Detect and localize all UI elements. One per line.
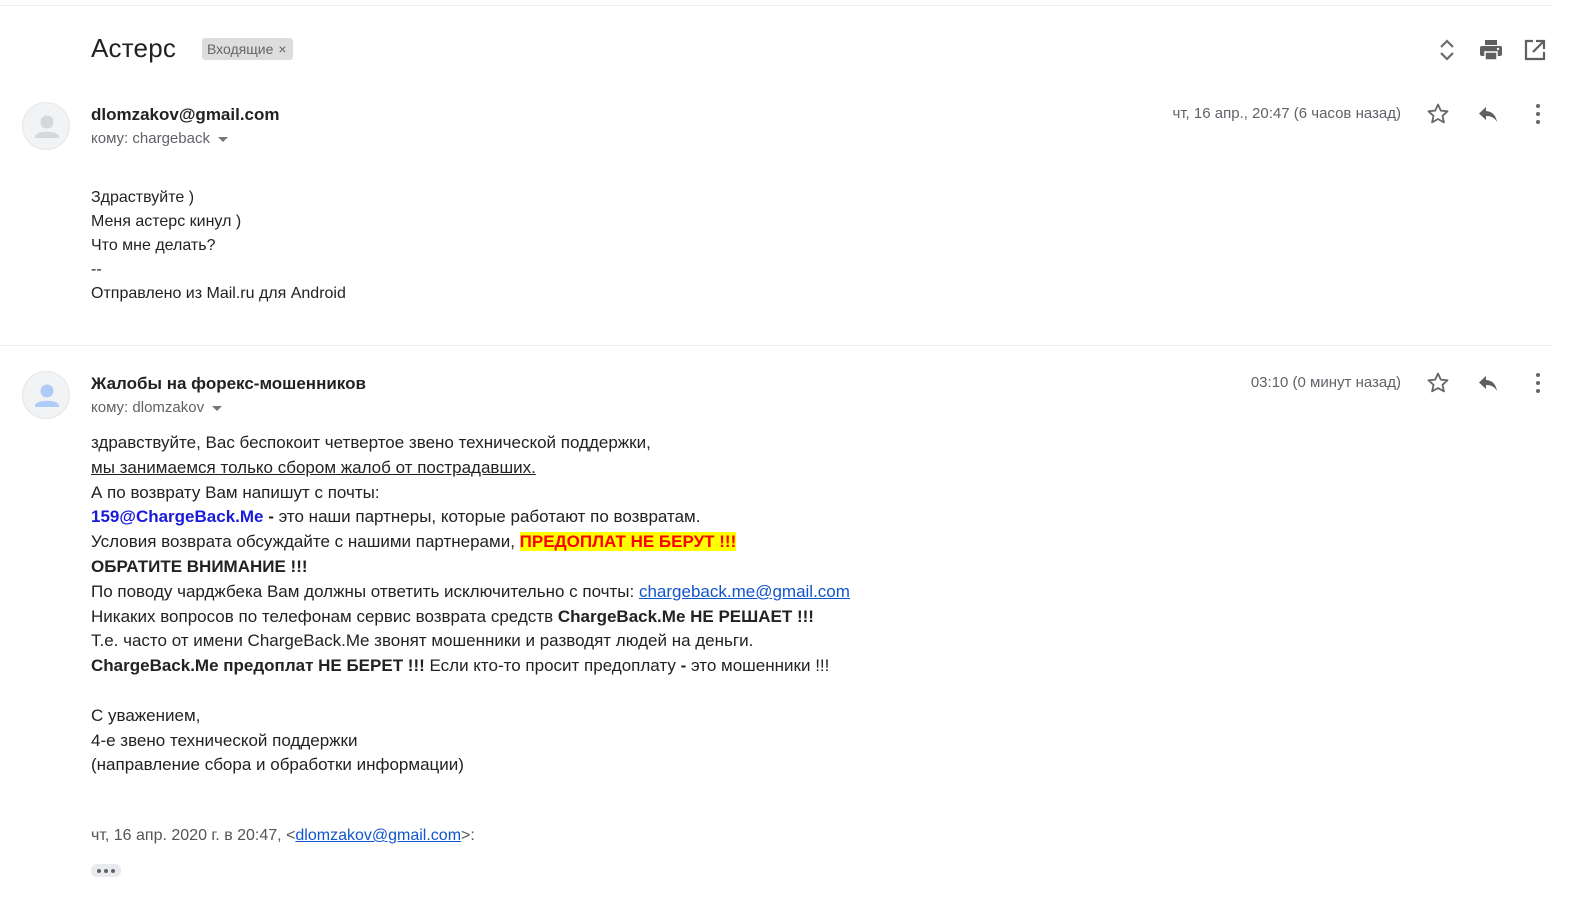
star-button[interactable] bbox=[1423, 368, 1453, 398]
label-chip-text: Входящие bbox=[207, 41, 274, 57]
body-line: Меня астерс кинул ) bbox=[91, 213, 242, 230]
message-sender[interactable]: Жалобы на форекс-мошенников bbox=[91, 374, 366, 394]
bold-text: ChargeBack.Me предоплат НЕ БЕРЕТ !!! bbox=[91, 656, 425, 676]
top-divider bbox=[0, 5, 1552, 6]
message-sender[interactable]: dlomzakov@gmail.com bbox=[91, 105, 280, 125]
body-text: Условия возврата обсуждайте с нашими пар… bbox=[91, 532, 520, 552]
reply-icon bbox=[1479, 107, 1497, 122]
body-line: Что мне делать? bbox=[91, 237, 216, 254]
quote-prefix: чт, 16 апр. 2020 г. в 20:47, < bbox=[91, 827, 296, 844]
body-line: мы занимаемся только сбором жалоб от пос… bbox=[91, 456, 850, 481]
reply-icon bbox=[1479, 376, 1497, 391]
open-in-new-icon bbox=[1524, 39, 1546, 61]
message-divider bbox=[0, 345, 1552, 346]
print-button[interactable] bbox=[1476, 35, 1506, 65]
star-icon bbox=[1427, 103, 1449, 124]
quoted-header: чт, 16 апр. 2020 г. в 20:47, <dlomzakov@… bbox=[91, 827, 475, 845]
body-text: По поводу чарджбека Вам должны ответить … bbox=[91, 581, 639, 601]
ellipsis-dot bbox=[111, 868, 115, 873]
recipient-text: кому: chargeback bbox=[91, 130, 210, 147]
expand-all-button[interactable] bbox=[1432, 35, 1462, 65]
body-text: Никаких вопросов по телефонам сервис воз… bbox=[91, 606, 558, 626]
message-body: Здраствуйте ) Меня астерс кинул ) Что мн… bbox=[91, 186, 346, 306]
signature-line: (направление сбора и обработки информаци… bbox=[91, 755, 464, 775]
reply-button[interactable] bbox=[1473, 368, 1503, 398]
body-line: А по возврату Вам напишут с почты: bbox=[91, 482, 380, 502]
body-line: Здраствуйте ) bbox=[91, 189, 195, 206]
label-remove-icon[interactable]: × bbox=[278, 41, 286, 57]
quote-email-link[interactable]: dlomzakov@gmail.com bbox=[295, 827, 461, 844]
recipient-text: кому: dlomzakov bbox=[91, 399, 205, 416]
chevron-down-icon[interactable] bbox=[217, 137, 228, 142]
body-line: Т.е. часто от имени ChargeBack.Me звонят… bbox=[91, 631, 754, 651]
attention-line: ОБРАТИТЕ ВНИМАНИЕ !!! bbox=[91, 556, 308, 576]
sender-avatar[interactable] bbox=[22, 102, 70, 150]
message-actions bbox=[1423, 368, 1573, 398]
body-line: Никаких вопросов по телефонам сервис воз… bbox=[91, 605, 850, 630]
message-recipient[interactable]: кому: chargeback bbox=[91, 130, 228, 147]
body-line: Условия возврата обсуждайте с нашими пар… bbox=[91, 530, 850, 555]
show-trimmed-content-button[interactable] bbox=[91, 864, 121, 877]
thread-subject: Астерс bbox=[91, 33, 177, 63]
chevron-down-icon[interactable] bbox=[212, 406, 223, 411]
bold-text: ChargeBack.Me НЕ РЕШАЕТ !!! bbox=[557, 606, 814, 626]
reply-button[interactable] bbox=[1473, 99, 1503, 129]
sender-avatar[interactable] bbox=[22, 371, 70, 419]
thread-toolbar bbox=[1432, 35, 1564, 65]
message-recipient[interactable]: кому: dlomzakov bbox=[91, 399, 223, 416]
partner-email: 159@ChargeBack.Me bbox=[91, 507, 264, 527]
body-line: По поводу чарджбека Вам должны ответить … bbox=[91, 580, 850, 605]
ellipsis-dot bbox=[97, 868, 101, 873]
more-vert-icon bbox=[1536, 104, 1540, 124]
open-new-window-button[interactable] bbox=[1520, 35, 1550, 65]
dash: - bbox=[263, 507, 279, 527]
signature-line: С уважением, bbox=[91, 705, 201, 725]
body-line: -- bbox=[91, 261, 102, 278]
person-icon bbox=[35, 115, 59, 138]
message-date: 03:10 (0 минут назад) bbox=[1250, 374, 1401, 391]
highlighted-warning: ПРЕДОПЛАТ НЕ БЕРУТ !!! bbox=[519, 532, 737, 552]
message-date: чт, 16 апр., 20:47 (6 часов назад) bbox=[1172, 105, 1401, 122]
body-line: Отправлено из Mail.ru для Android bbox=[91, 285, 346, 302]
body-text: Если кто-то просит предоплату bbox=[424, 656, 681, 676]
message-actions bbox=[1423, 99, 1573, 129]
ellipsis-dot bbox=[104, 868, 108, 873]
message-body: здравствуйте, Вас беспокоит четвертое зв… bbox=[91, 431, 850, 778]
underlined-text: мы занимаемся только сбором жалоб от пос… bbox=[91, 457, 536, 477]
label-chip-inbox[interactable]: Входящие × bbox=[202, 38, 293, 60]
more-vert-icon bbox=[1536, 373, 1540, 393]
unfold-icon bbox=[1440, 39, 1454, 61]
body-text: это наши партнеры, которые работают по в… bbox=[278, 507, 701, 527]
body-line: ChargeBack.Me предоплат НЕ БЕРЕТ !!! Есл… bbox=[91, 654, 850, 679]
body-text: это мошенники !!! bbox=[686, 656, 830, 676]
more-options-button[interactable] bbox=[1523, 368, 1553, 398]
print-icon bbox=[1480, 40, 1502, 61]
chargeback-email-link[interactable]: chargeback.me@gmail.com bbox=[639, 582, 850, 601]
signature-line: 4-е звено технической поддержки bbox=[91, 730, 358, 750]
person-icon bbox=[35, 384, 59, 407]
quote-suffix: >: bbox=[461, 827, 475, 844]
star-button[interactable] bbox=[1423, 99, 1453, 129]
more-options-button[interactable] bbox=[1523, 99, 1553, 129]
body-line: здравствуйте, Вас беспокоит четвертое зв… bbox=[91, 433, 651, 452]
body-line: 159@ChargeBack.Me - это наши партнеры, к… bbox=[91, 505, 850, 530]
star-icon bbox=[1427, 372, 1449, 393]
